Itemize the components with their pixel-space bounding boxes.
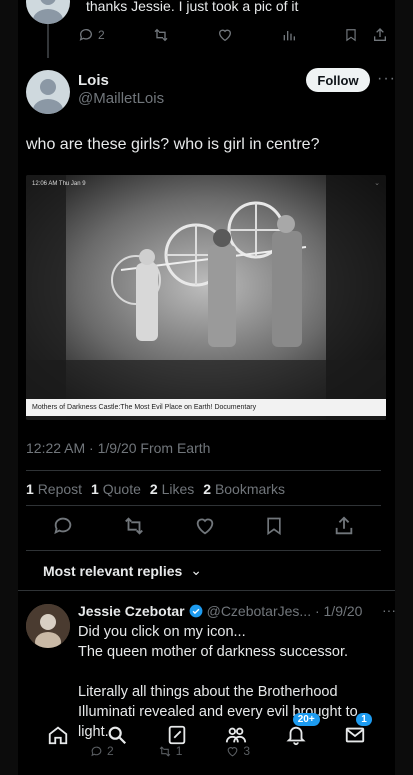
divider bbox=[26, 550, 381, 551]
nav-notifications[interactable]: 20+ bbox=[283, 712, 320, 748]
tweet-actions bbox=[26, 515, 381, 537]
bell-icon bbox=[286, 726, 306, 745]
tweet-text: who are these girls? who is girl in cent… bbox=[26, 136, 320, 153]
thread-line bbox=[47, 24, 49, 58]
share-icon[interactable] bbox=[372, 27, 388, 43]
reply-line: Did you click on my icon... bbox=[78, 624, 246, 640]
reply-author-name: Jessie Czebotar bbox=[78, 603, 185, 619]
previous-tweet-extra-actions bbox=[344, 27, 388, 43]
heart-icon bbox=[217, 27, 233, 43]
media-caption: Mothers of Darkness Castle:The Most Evil… bbox=[26, 399, 386, 416]
likes-label: Likes bbox=[161, 481, 195, 497]
author-avatar[interactable] bbox=[26, 70, 70, 114]
nav-compose[interactable] bbox=[164, 722, 190, 748]
repost-icon[interactable] bbox=[123, 515, 145, 537]
right-margin bbox=[395, 0, 413, 775]
reply-sort-label: Most relevant replies bbox=[43, 562, 183, 579]
home-icon bbox=[48, 726, 67, 744]
communities-icon bbox=[226, 727, 247, 742]
nav-search[interactable] bbox=[104, 722, 130, 748]
caption-chevron-icon: ⌄ bbox=[374, 180, 380, 187]
search-icon bbox=[108, 726, 127, 744]
bookmark-icon[interactable] bbox=[264, 515, 284, 537]
previous-tweet-actions: 2 bbox=[78, 27, 388, 43]
repost-label: Repost bbox=[37, 481, 83, 497]
nav-home[interactable] bbox=[45, 722, 71, 748]
bookmarks-label: Bookmarks bbox=[214, 481, 285, 497]
reply-icon[interactable] bbox=[52, 515, 74, 537]
notifications-badge: 20+ bbox=[292, 712, 320, 726]
quote-count: 1 bbox=[91, 481, 99, 497]
previous-tweet-text: thanks Jessie. I just took a pic of it bbox=[86, 0, 299, 14]
reply-line bbox=[78, 662, 378, 682]
views-button[interactable] bbox=[281, 27, 297, 43]
left-margin bbox=[0, 0, 18, 775]
author-handle[interactable]: @MailletLois bbox=[78, 90, 164, 107]
media-photo bbox=[26, 175, 386, 420]
chevron-down-icon: ⌄ bbox=[190, 562, 203, 578]
reply-author[interactable]: Jessie Czebotar @CzebotarJes... · 1/9/20 bbox=[78, 603, 362, 619]
repost-count: 1 bbox=[26, 481, 34, 497]
quote-stat[interactable]: 1 Quote bbox=[91, 481, 141, 497]
reply-handle-date: @CzebotarJes... · 1/9/20 bbox=[206, 603, 363, 619]
tweet-stats: 1 Repost 1 Quote 2 Likes 2 Bookmarks bbox=[26, 481, 285, 497]
divider bbox=[18, 590, 395, 591]
like-button[interactable] bbox=[217, 27, 233, 43]
repost-icon bbox=[152, 27, 170, 43]
repost-button[interactable] bbox=[152, 27, 170, 43]
likes-count: 2 bbox=[149, 481, 158, 497]
tweet-media-image[interactable]: 12:06 AM Thu Jan 9 Mothers of Darkness C… bbox=[26, 175, 386, 420]
verified-badge-icon bbox=[189, 604, 203, 618]
reply-sort-dropdown[interactable]: Most relevant replies ⌄ bbox=[43, 562, 202, 579]
bookmarks-stat[interactable]: 2 Bookmarks bbox=[203, 481, 285, 497]
views-icon bbox=[281, 27, 297, 43]
divider bbox=[26, 505, 381, 506]
messages-badge: 1 bbox=[356, 712, 372, 726]
more-options-icon[interactable]: ··· bbox=[377, 70, 395, 88]
follow-button[interactable]: Follow bbox=[306, 68, 370, 92]
reply-line: The queen mother of darkness successor. bbox=[78, 644, 349, 660]
bookmark-icon[interactable] bbox=[344, 27, 358, 43]
likes-stat[interactable]: 2 Likes bbox=[150, 481, 194, 497]
app-frame: thanks Jessie. I just took a pic of it 2 bbox=[0, 0, 413, 775]
reply-icon bbox=[78, 27, 94, 43]
reply-avatar[interactable] bbox=[26, 604, 70, 648]
reply-button[interactable]: 2 bbox=[78, 27, 105, 43]
repost-stat[interactable]: 1 Repost bbox=[26, 481, 82, 497]
reply-count: 2 bbox=[98, 28, 105, 42]
mail-icon bbox=[346, 727, 365, 742]
reply-line: Literally all things about the Brotherho… bbox=[78, 684, 338, 700]
bottom-navigation: 20+ 1 bbox=[18, 712, 395, 757]
nav-communities[interactable] bbox=[223, 722, 249, 748]
author-name[interactable]: Lois bbox=[78, 72, 109, 89]
tweet-detail-view: thanks Jessie. I just took a pic of it 2 bbox=[18, 0, 395, 775]
previous-avatar[interactable] bbox=[26, 0, 70, 24]
heart-icon[interactable] bbox=[194, 515, 216, 537]
nav-messages[interactable]: 1 bbox=[342, 712, 372, 748]
share-icon[interactable] bbox=[333, 515, 355, 537]
quote-label: Quote bbox=[102, 481, 141, 497]
media-status-time: 12:06 AM Thu Jan 9 bbox=[32, 181, 86, 187]
reply-more-icon[interactable]: ··· bbox=[382, 602, 395, 618]
divider bbox=[26, 470, 381, 471]
bookmarks-count: 2 bbox=[203, 481, 212, 497]
tweet-timestamp: 12:22 AM · 1/9/20 From Earth bbox=[26, 440, 211, 456]
compose-icon bbox=[168, 725, 185, 744]
